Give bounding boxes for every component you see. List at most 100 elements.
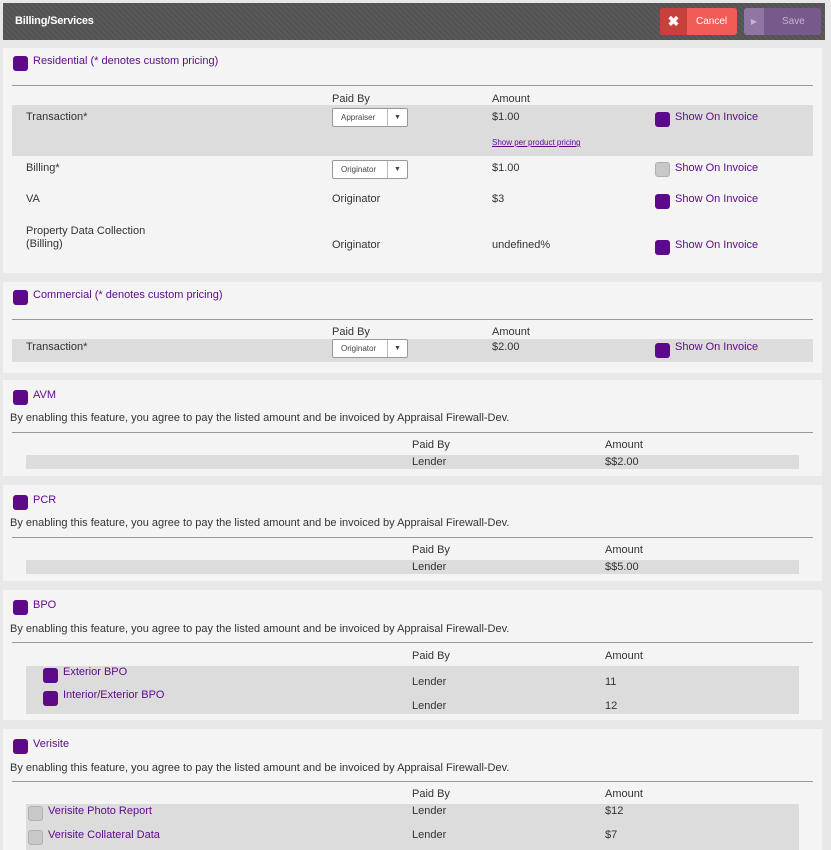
paid-by-select[interactable]: Originator ▼ [332, 160, 408, 179]
cancel-button[interactable]: ✖ Cancel [660, 8, 737, 35]
row-amount: $12 [605, 805, 624, 817]
show-on-invoice-checkbox[interactable] [655, 343, 670, 358]
col-paid-by: Paid By [332, 326, 370, 338]
commercial-panel: Commercial (* denotes custom pricing) Pa… [3, 282, 822, 373]
row-paid-by: Originator [332, 239, 381, 251]
item-name: Verisite Photo Report [48, 805, 152, 817]
row-name: Billing* [26, 162, 60, 174]
row-paid-by: Lender [412, 829, 447, 841]
row-name: Transaction* [26, 341, 88, 353]
item-name: Verisite Collateral Data [48, 829, 160, 841]
row-paid-by: Lender [412, 805, 447, 817]
col-amount: Amount [605, 650, 643, 662]
row-amount: $1.00 [492, 162, 520, 174]
row-paid-by: Originator [332, 193, 381, 205]
col-paid-by: Paid By [412, 650, 450, 662]
show-on-invoice-label: Show On Invoice [675, 239, 759, 251]
paid-by-select[interactable]: Originator ▼ [332, 339, 408, 358]
row-amount: $7 [605, 829, 618, 841]
divider [12, 781, 813, 782]
agreement-text: By enabling this feature, you agree to p… [10, 762, 510, 774]
commercial-checkbox[interactable] [13, 290, 28, 305]
row-amount: $3 [492, 193, 505, 205]
close-icon: ✖ [660, 8, 687, 35]
verisite-photo-report-checkbox[interactable] [28, 806, 43, 821]
agreement-text: By enabling this feature, you agree to p… [10, 517, 510, 529]
row-name-line1: Property Data Collection [26, 225, 146, 237]
per-product-pricing-link[interactable]: Show per product pricing [492, 138, 581, 147]
agreement-text: By enabling this feature, you agree to p… [10, 412, 510, 424]
chevron-down-icon: ▼ [387, 109, 407, 126]
play-icon: ▶ [744, 8, 764, 35]
divider [12, 432, 813, 433]
divider [12, 319, 813, 320]
show-on-invoice-checkbox[interactable] [655, 240, 670, 255]
verisite-checkbox[interactable] [13, 739, 28, 754]
item-name: Exterior BPO [63, 666, 128, 678]
verisite-title: Verisite [33, 738, 70, 750]
row-name: VA [26, 193, 40, 205]
bpo-title: BPO [33, 599, 57, 611]
col-paid-by: Paid By [412, 439, 450, 451]
col-amount: Amount [605, 439, 643, 451]
paid-by-select[interactable]: Appraiser ▼ [332, 108, 408, 127]
exterior-bpo-checkbox[interactable] [43, 668, 58, 683]
show-on-invoice-checkbox[interactable] [655, 112, 670, 127]
col-paid-by: Paid By [412, 788, 450, 800]
col-paid-by: Paid By [332, 93, 370, 105]
avm-title: AVM [33, 389, 57, 401]
row-amount: undefined% [492, 239, 551, 251]
page-title: Billing/Services [15, 15, 94, 27]
residential-title: Residential (* denotes custom pricing) [33, 55, 219, 67]
row-amount: 12 [605, 700, 618, 712]
show-on-invoice-label: Show On Invoice [675, 341, 759, 353]
row-paid-by: Lender [412, 561, 447, 573]
show-on-invoice-label: Show On Invoice [675, 162, 759, 174]
row-amount: 11 [605, 676, 617, 688]
row-amount: $2.00 [492, 341, 520, 353]
commercial-title: Commercial (* denotes custom pricing) [33, 289, 223, 301]
pcr-checkbox[interactable] [13, 495, 28, 510]
save-button[interactable]: ▶ Save [744, 8, 821, 35]
row-amount: $1.00 [492, 111, 520, 123]
verisite-collateral-data-checkbox[interactable] [28, 830, 43, 845]
verisite-panel: Verisite By enabling this feature, you a… [3, 729, 822, 850]
title-bar: Billing/Services ✖ Cancel ▶ Save [3, 3, 825, 40]
interior-exterior-bpo-checkbox[interactable] [43, 691, 58, 706]
divider [12, 642, 813, 643]
pcr-panel: PCR By enabling this feature, you agree … [3, 485, 822, 581]
col-paid-by: Paid By [412, 544, 450, 556]
divider [12, 537, 813, 538]
chevron-down-icon: ▼ [387, 340, 407, 357]
avm-checkbox[interactable] [13, 390, 28, 405]
bpo-checkbox[interactable] [13, 600, 28, 615]
row-paid-by: Lender [412, 456, 447, 468]
col-amount: Amount [492, 326, 530, 338]
divider [12, 85, 813, 86]
bpo-panel: BPO By enabling this feature, you agree … [3, 590, 822, 720]
show-on-invoice-checkbox[interactable] [655, 162, 670, 177]
residential-panel: Residential (* denotes custom pricing) P… [3, 48, 822, 273]
row-amount: $$2.00 [605, 456, 639, 468]
pcr-title: PCR [33, 494, 57, 506]
col-amount: Amount [605, 788, 643, 800]
show-on-invoice-checkbox[interactable] [655, 194, 670, 209]
row-paid-by: Lender [412, 676, 447, 688]
avm-panel: AVM By enabling this feature, you agree … [3, 380, 822, 476]
row-paid-by: Lender [412, 700, 447, 712]
select-value: Appraiser [341, 113, 376, 122]
row-name-line2: (Billing) [26, 238, 63, 250]
select-value: Originator [341, 165, 377, 174]
select-value: Originator [341, 344, 377, 353]
row-name: Transaction* [26, 111, 88, 123]
row-amount: $$5.00 [605, 561, 639, 573]
save-label: Save [782, 16, 805, 27]
residential-checkbox[interactable] [13, 56, 28, 71]
item-name: Interior/Exterior BPO [63, 689, 165, 701]
col-amount: Amount [492, 93, 530, 105]
show-on-invoice-label: Show On Invoice [675, 193, 759, 205]
chevron-down-icon: ▼ [387, 161, 407, 178]
cancel-label: Cancel [696, 16, 728, 27]
col-amount: Amount [605, 544, 643, 556]
show-on-invoice-label: Show On Invoice [675, 111, 759, 123]
